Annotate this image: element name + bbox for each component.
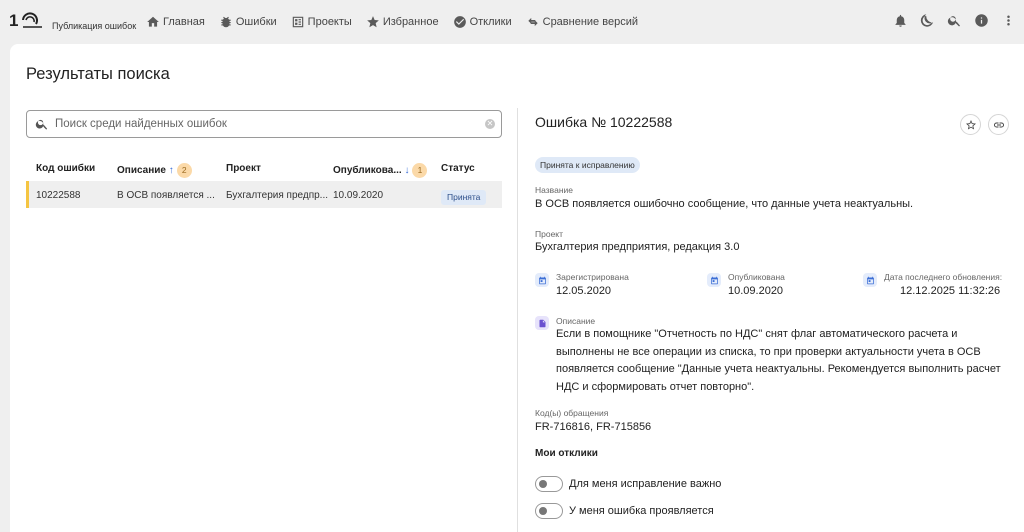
status-badge: Принята [441,190,487,205]
published-label: Опубликована [728,272,785,282]
notifications-button[interactable] [893,13,908,28]
more-menu-button[interactable] [1001,13,1016,28]
nav-projects-label: Проекты [307,16,352,28]
nav-favorites[interactable]: Избранное [366,15,439,29]
table-header: Код ошибки Описание ↑ 2 Проект Опубликова… [26,158,502,178]
requests-value: FR-716816, FR-715856 [535,421,652,433]
cell-project: Бухгалтерия предпр... [226,190,329,201]
name-value: В ОСВ появляется ошибочно сообщение, что… [535,198,914,210]
nav-home[interactable]: Главная [146,15,205,29]
1c-logo[interactable]: 1 [9,11,43,29]
main-nav: Главная Ошибки Проекты Избранное Отклики… [146,13,652,31]
star-icon [366,16,379,28]
favorite-button[interactable] [960,114,981,135]
column-header-description[interactable]: Описание ↑ 2 [117,163,192,178]
name-label: Название [535,185,573,195]
column-header-published-label: Опубликова... [333,165,402,177]
nav-projects[interactable]: Проекты [291,15,352,29]
info-icon [975,14,988,27]
link-icon [993,122,1004,127]
nav-compare-label: Сравнение версий [542,16,638,28]
nav-responses-label: Отклики [469,16,512,28]
svg-text:1: 1 [9,11,18,29]
check-circle-icon [453,16,466,28]
search-icon [947,16,960,27]
nav-favorites-label: Избранное [382,16,439,28]
important-toggle[interactable] [535,476,563,492]
column-header-description-label: Описание [117,165,166,177]
selected-row-marker [26,181,29,208]
document-icon [535,316,549,330]
column-header-code[interactable]: Код ошибки [36,163,95,174]
info-button[interactable] [974,13,989,28]
reproduces-toggle-label: У меня ошибка проявляется [569,505,714,517]
published-value: 10.09.2020 [728,285,784,297]
top-actions [881,13,1016,28]
star-outline-icon [965,119,976,129]
nav-responses[interactable]: Отклики [453,15,512,29]
main-card: Результаты поиска ✕ Код ошибки Описание … [10,44,1024,532]
updated-value: 12.12.2025 11:32:26 [900,285,1001,297]
column-header-status[interactable]: Статус [441,163,475,174]
cell-code: 10222588 [36,190,81,201]
panel-divider [517,108,518,532]
top-bar: 1 Публикация ошибок Главная Ошибки Проек… [0,0,1024,43]
error-status-badge: Принята к исправлению [535,157,640,173]
nav-compare[interactable]: Сравнение версий [526,15,638,29]
toggle-knob [539,507,547,515]
more-vertical-icon [1007,15,1010,26]
search-button[interactable] [947,13,962,28]
table-row[interactable]: 10222588 В ОСВ появляется ... Бухгалтери… [26,181,502,208]
bell-icon [895,14,906,27]
moon-icon [920,14,934,27]
home-icon [147,16,159,27]
theme-button[interactable] [920,13,935,28]
search-input[interactable] [55,118,475,130]
nav-errors[interactable]: Ошибки [219,15,277,29]
compare-arrows-icon [527,17,538,27]
my-responses-heading: Мои отклики [535,448,598,459]
description-value: Если в помощнике "Отчетность по НДС" сня… [556,328,1001,393]
description-label: Описание [556,316,596,326]
updated-label: Дата последнего обновления: [884,272,1003,282]
column-header-published[interactable]: Опубликова... ↓ 1 [333,163,428,178]
clear-search-icon[interactable]: ✕ [485,119,495,129]
nav-errors-label: Ошибки [235,16,277,28]
reproduces-toggle[interactable] [535,503,563,519]
app-name: Публикация ошибок [52,21,137,31]
search-box: ✕ [26,110,502,138]
registered-value: 12.05.2020 [556,285,612,297]
important-toggle-label: Для меня исправление важно [569,478,722,490]
calendar-icon [535,273,549,287]
sort-desc-icon: ↓ [404,165,410,177]
bug-icon [221,16,231,28]
column-header-project[interactable]: Проект [226,163,261,174]
toggle-knob [539,480,547,488]
calendar-icon [863,273,877,287]
project-value: Бухгалтерия предприятия, редакция 3.0 [535,241,740,253]
copy-link-button[interactable] [988,114,1009,135]
error-title: Ошибка № 10222588 [535,114,673,130]
cell-published: 10.09.2020 [333,190,384,201]
search-icon [35,119,48,130]
projects-icon [292,16,303,28]
cell-description: В ОСВ появляется ... [117,190,215,201]
project-label: Проект [535,229,563,239]
page-title: Результаты поиска [26,65,170,83]
registered-label: Зарегистрирована [556,272,629,282]
sort-order-badge: 1 [412,163,428,178]
sort-asc-icon: ↑ [168,165,174,177]
sort-order-badge: 2 [176,163,192,178]
nav-home-label: Главная [163,16,205,28]
requests-label: Код(ы) обращения [535,408,609,418]
calendar-icon [707,273,721,287]
